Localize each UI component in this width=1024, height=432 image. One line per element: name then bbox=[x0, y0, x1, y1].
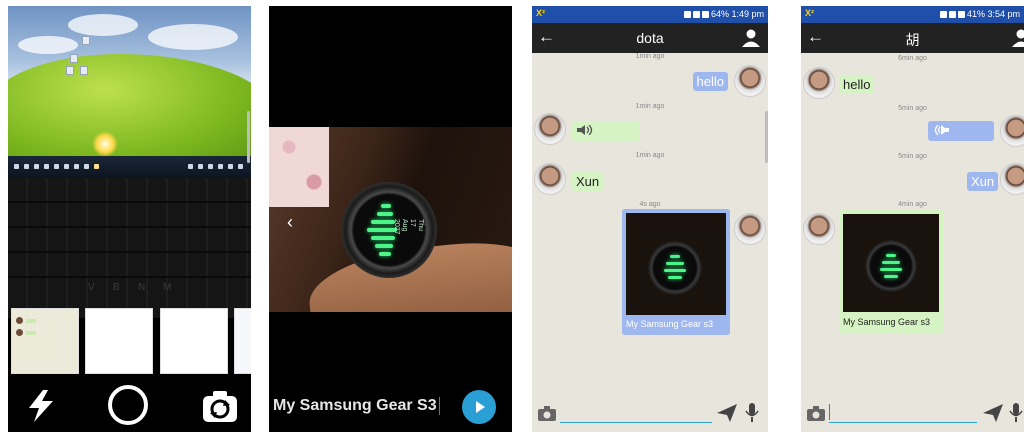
microphone-icon[interactable] bbox=[744, 402, 760, 424]
bluetooth-icon bbox=[683, 11, 691, 19]
scroll-handle[interactable] bbox=[765, 111, 768, 163]
photo-preview-screen: Thu 17 Aug 2027 ‹ bbox=[269, 6, 512, 432]
app-bar: ← dota bbox=[532, 23, 768, 53]
voice-message-bubble[interactable] bbox=[928, 121, 994, 141]
chat-title: 胡 bbox=[905, 32, 920, 48]
caption-input[interactable] bbox=[273, 394, 441, 418]
camera-controls bbox=[8, 378, 251, 432]
microphone-icon[interactable] bbox=[1008, 402, 1024, 424]
watch-image: Thu 17 Aug 2027 bbox=[341, 182, 437, 278]
text-cursor bbox=[829, 404, 830, 420]
message-composer bbox=[532, 396, 768, 432]
chat-screen-hu: X² 41% 3:54 pm ← 胡 6min ago hello 5min a… bbox=[801, 6, 1024, 432]
status-right-text: 41% 3:54 pm bbox=[966, 9, 1020, 19]
status-right-text: 64% 1:49 pm bbox=[710, 9, 764, 19]
avatar[interactable] bbox=[734, 65, 766, 97]
avatar[interactable] bbox=[803, 213, 835, 245]
message-bubble-sent[interactable]: hello bbox=[692, 72, 728, 91]
wifi-icon bbox=[692, 11, 700, 19]
watch-image bbox=[865, 240, 917, 292]
status-left-text: X² bbox=[805, 8, 814, 18]
send-icon bbox=[476, 401, 485, 413]
message-timestamp: 6min ago bbox=[898, 55, 927, 62]
image-caption: My Samsung Gear s3 bbox=[843, 317, 931, 327]
camera-screen: V B N M bbox=[8, 6, 251, 432]
avatar[interactable] bbox=[534, 163, 566, 195]
message-timestamp: 1min ago bbox=[635, 53, 665, 60]
scroll-handle[interactable] bbox=[247, 111, 250, 163]
recent-photo-thumbnail[interactable] bbox=[85, 308, 153, 374]
key-letter: V bbox=[88, 282, 95, 293]
chat-screen-dota: X² 64% 1:49 pm ← dota 1min ago hello 1mi… bbox=[532, 6, 768, 432]
message-timestamp: 5min ago bbox=[898, 153, 927, 160]
status-bar: X² 41% 3:54 pm bbox=[801, 6, 1024, 23]
camera-icon[interactable] bbox=[807, 406, 825, 421]
watch-image bbox=[648, 241, 702, 295]
recent-photo-thumbnail[interactable] bbox=[11, 308, 79, 374]
profile-icon[interactable] bbox=[742, 29, 760, 47]
recent-photo-thumbnail[interactable] bbox=[160, 308, 228, 374]
message-timestamp: 4s ago bbox=[639, 201, 661, 208]
recent-photo-thumbnail[interactable] bbox=[234, 308, 251, 374]
shutter-button[interactable] bbox=[108, 385, 148, 425]
chat-title: dota bbox=[636, 30, 664, 46]
status-left-text: X² bbox=[536, 8, 545, 18]
signal-icon bbox=[701, 11, 709, 19]
send-icon[interactable] bbox=[717, 404, 737, 422]
camera-viewfinder[interactable]: V B N M bbox=[8, 6, 251, 318]
recent-photos-strip bbox=[8, 308, 251, 376]
message-timestamp: 1min ago bbox=[635, 103, 665, 110]
app-bar: ← 胡 bbox=[801, 23, 1024, 53]
message-timestamp: 5min ago bbox=[898, 105, 927, 112]
send-button[interactable] bbox=[462, 390, 496, 424]
send-icon[interactable] bbox=[983, 404, 1003, 422]
avatar[interactable] bbox=[803, 67, 835, 99]
profile-icon[interactable] bbox=[1012, 29, 1024, 47]
message-timestamp: 1min ago bbox=[635, 152, 665, 159]
message-bubble-received[interactable]: hello bbox=[839, 75, 875, 94]
watch-date-text: Thu 17 Aug 2027 bbox=[393, 219, 424, 235]
camera-icon[interactable] bbox=[538, 406, 556, 421]
message-bubble-sent[interactable]: Xun bbox=[967, 172, 999, 191]
key-letter: N bbox=[138, 282, 146, 293]
avatar[interactable] bbox=[1000, 115, 1024, 147]
preview-photo: Thu 17 Aug 2027 ‹ bbox=[269, 127, 512, 312]
image-message-bubble[interactable]: My Samsung Gear s3 bbox=[839, 210, 943, 334]
message-input[interactable] bbox=[829, 422, 977, 423]
image-caption: My Samsung Gear s3 bbox=[626, 319, 714, 329]
text-cursor bbox=[439, 397, 440, 415]
key-letter: M bbox=[163, 282, 172, 293]
key-letter: B bbox=[113, 282, 120, 293]
status-bar: X² 64% 1:49 pm bbox=[532, 6, 768, 23]
avatar[interactable] bbox=[534, 113, 566, 145]
message-list[interactable]: 1min ago hello 1min ago 1min ago Xun 4s … bbox=[532, 53, 768, 396]
screenshot-collage: V B N M Thu 17 Aug 2027 ‹ My Samsung Gea… bbox=[0, 0, 1024, 432]
message-timestamp: 4min ago bbox=[898, 201, 927, 208]
wifi-icon bbox=[948, 11, 956, 19]
avatar[interactable] bbox=[1000, 163, 1024, 195]
flash-icon[interactable] bbox=[26, 389, 56, 423]
message-list[interactable]: 6min ago hello 5min ago 5min ago Xun 4mi… bbox=[801, 53, 1024, 396]
bluetooth-icon bbox=[939, 11, 947, 19]
speaker-icon bbox=[934, 125, 949, 135]
message-bubble-received[interactable]: Xun bbox=[572, 172, 604, 191]
speaker-icon bbox=[577, 125, 593, 135]
avatar[interactable] bbox=[734, 213, 766, 245]
message-input[interactable] bbox=[560, 422, 712, 423]
message-composer bbox=[801, 396, 1024, 432]
chevron-left-icon[interactable]: ‹ bbox=[287, 212, 293, 233]
voice-message-bubble[interactable] bbox=[572, 121, 640, 141]
signal-icon bbox=[957, 11, 965, 19]
image-message-bubble[interactable]: My Samsung Gear s3 bbox=[622, 209, 730, 335]
switch-camera-icon[interactable] bbox=[200, 387, 240, 425]
